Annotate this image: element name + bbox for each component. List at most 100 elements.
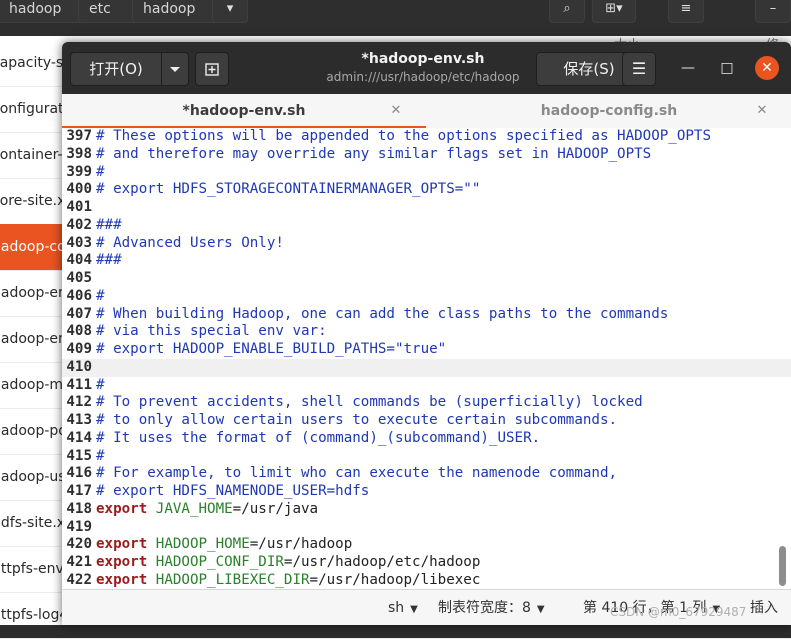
code-line[interactable]: 404 ###	[62, 252, 791, 270]
comment-text: # It uses the format of (command)_(subco…	[96, 429, 541, 446]
line-number: 414	[66, 429, 92, 446]
code-line[interactable]: 397 # These options will be appended to t…	[62, 128, 791, 146]
close-tab-icon[interactable]: ✕	[755, 94, 769, 128]
code-line[interactable]: 410	[62, 358, 791, 377]
comment-text: ###	[96, 216, 122, 233]
line-number: 417	[66, 483, 92, 499]
code-line[interactable]: 405	[62, 270, 791, 288]
keyword-text: export	[96, 554, 148, 570]
line-number: 415	[66, 447, 92, 464]
code-line[interactable]: 422 export HADOOP_LIBEXEC_DIR=/usr/hadoop…	[62, 572, 791, 589]
chevron-down-icon: ▼	[410, 604, 418, 615]
code-line[interactable]: 417 # export HDFS_NAMENODE_USER=hdfs	[62, 483, 791, 501]
code-line[interactable]: 411 #	[62, 377, 791, 395]
window-title: *hadoop-env.sh	[361, 51, 485, 67]
tab-width-label: 制表符宽度：8	[438, 600, 531, 616]
new-document-icon	[205, 63, 219, 76]
line-number: 410	[66, 358, 92, 375]
code-line[interactable]: 421 export HADOOP_CONF_DIR=/usr/hadoop/et…	[62, 554, 791, 572]
minimize-button[interactable]: –	[755, 0, 791, 23]
new-tab-button[interactable]	[195, 52, 229, 86]
value-text: =/usr/hadoop/libexec	[309, 571, 481, 588]
maximize-window-button[interactable]: □	[715, 56, 739, 80]
close-window-button[interactable]: ✕	[755, 56, 779, 80]
search-button[interactable]: ⌕	[549, 0, 585, 23]
window-subtitle: admin:///usr/hadoop/etc/hadoop	[326, 70, 520, 84]
open-dropdown-button[interactable]	[161, 52, 189, 86]
minimize-window-button[interactable]: —	[676, 56, 700, 80]
comment-text: # export HADOOP_ENABLE_BUILD_PATHS="true…	[96, 341, 447, 357]
comment-text: # For example, to limit who can execute …	[96, 465, 618, 482]
code-line[interactable]: 398 # and therefore may override any simi…	[62, 146, 791, 164]
watermark: CSDN @m0_67929487	[610, 605, 747, 619]
code-line[interactable]: 409 # export HADOOP_ENABLE_BUILD_PATHS="t…	[62, 341, 791, 359]
comment-text: # to only allow certain users to execute…	[96, 412, 618, 428]
code-line[interactable]: 419	[62, 519, 791, 537]
close-icon: ✕	[761, 60, 773, 76]
maximize-icon: □	[720, 60, 734, 76]
tab-width-selector[interactable]: 制表符宽度：8 ▼	[438, 590, 545, 625]
code-line[interactable]: 400 # export HDFS_STORAGECONTAINERMANAGER…	[62, 181, 791, 199]
comment-text: # and therefore may override any similar…	[96, 145, 652, 162]
line-number: 409	[66, 341, 92, 357]
line-number: 411	[66, 376, 92, 393]
breadcrumb-hadoop-current[interactable]: hadoop	[132, 0, 224, 23]
close-tab-icon[interactable]: ✕	[389, 94, 403, 128]
breadcrumb-label: hadoop	[143, 1, 196, 17]
chevron-down-icon: ▼	[536, 604, 545, 615]
comment-text: #	[96, 376, 105, 393]
breadcrumb-dropdown-button[interactable]: ▾	[212, 0, 248, 23]
code-line[interactable]: 415 #	[62, 448, 791, 466]
comment-text: # export HDFS_STORAGECONTAINERMANAGER_OP…	[96, 181, 481, 198]
tab-hadoop-config[interactable]: hadoop-config.sh	[427, 94, 791, 128]
breadcrumb-hadoop[interactable]: hadoop	[0, 0, 86, 23]
code-line[interactable]: 420 export HADOOP_HOME=/usr/hadoop	[62, 536, 791, 554]
tab-bar: *hadoop-env.sh ✕ hadoop-config.sh ✕	[62, 94, 791, 129]
header-bar: 打开(O) *hadoop-env.sh admin:///usr/hadoop…	[62, 42, 791, 94]
hamburger-menu-button[interactable]: ☰	[622, 52, 656, 86]
view-toggle-button[interactable]: ⊞▾	[592, 0, 636, 23]
variable-text: HADOOP_LIBEXEC_DIR	[155, 571, 310, 588]
line-number: 420	[66, 536, 92, 553]
code-line[interactable]: 412 # To prevent accidents, shell command…	[62, 394, 791, 412]
code-line[interactable]: 399 #	[62, 164, 791, 182]
value-text: =/usr/hadoop	[249, 536, 353, 553]
line-number: 402	[66, 216, 92, 233]
code-line[interactable]: 408 # via this special env var:	[62, 323, 791, 341]
line-number: 412	[66, 394, 92, 411]
file-manager-header: hadoop etc hadoop ▾ ⌕ ⊞▾ ≡ –	[0, 0, 791, 36]
code-line[interactable]: 414 # It uses the format of (command)_(su…	[62, 430, 791, 448]
code-line[interactable]: 406 #	[62, 288, 791, 306]
comment-text: #	[96, 447, 105, 464]
code-line[interactable]: 401	[62, 199, 791, 217]
search-icon: ⌕	[563, 1, 571, 16]
line-number: 400	[66, 181, 92, 198]
comment-text: #	[96, 163, 105, 180]
line-number: 418	[66, 500, 92, 517]
value-text: =/usr/java	[232, 500, 319, 517]
code-line[interactable]: 407 # When building Hadoop, one can add t…	[62, 306, 791, 324]
hamburger-icon: ☰	[631, 59, 647, 78]
scrollbar-thumb[interactable]	[779, 546, 786, 586]
code-line[interactable]: 418 export JAVA_HOME=/usr/java	[62, 501, 791, 519]
code-line[interactable]: 403 # Advanced Users Only!	[62, 235, 791, 253]
breadcrumb-label: etc	[89, 1, 111, 17]
comment-text: # These options will be appended to the …	[96, 128, 711, 144]
code-line[interactable]: 402 ###	[62, 217, 791, 235]
code-editor[interactable]: 397 # These options will be appended to t…	[62, 128, 791, 589]
tab-hadoop-env[interactable]: *hadoop-env.sh	[62, 94, 426, 128]
menu-button[interactable]: ≡	[668, 0, 704, 23]
comment-text: ###	[96, 252, 122, 269]
line-number: 398	[66, 145, 92, 162]
language-selector[interactable]: sh ▼	[388, 590, 418, 625]
hamburger-icon: ≡	[680, 1, 692, 16]
line-number: 421	[66, 554, 92, 570]
code-line[interactable]: 416 # For example, to limit who can execu…	[62, 465, 791, 483]
code-line[interactable]: 413 # to only allow certain users to exec…	[62, 412, 791, 430]
breadcrumb-etc[interactable]: etc	[78, 0, 140, 23]
line-number: 397	[66, 128, 92, 144]
insert-mode[interactable]: 插入	[750, 590, 778, 625]
open-button[interactable]: 打开(O)	[70, 52, 162, 86]
comment-text: # Advanced Users Only!	[96, 234, 284, 251]
language-label: sh	[388, 600, 405, 616]
